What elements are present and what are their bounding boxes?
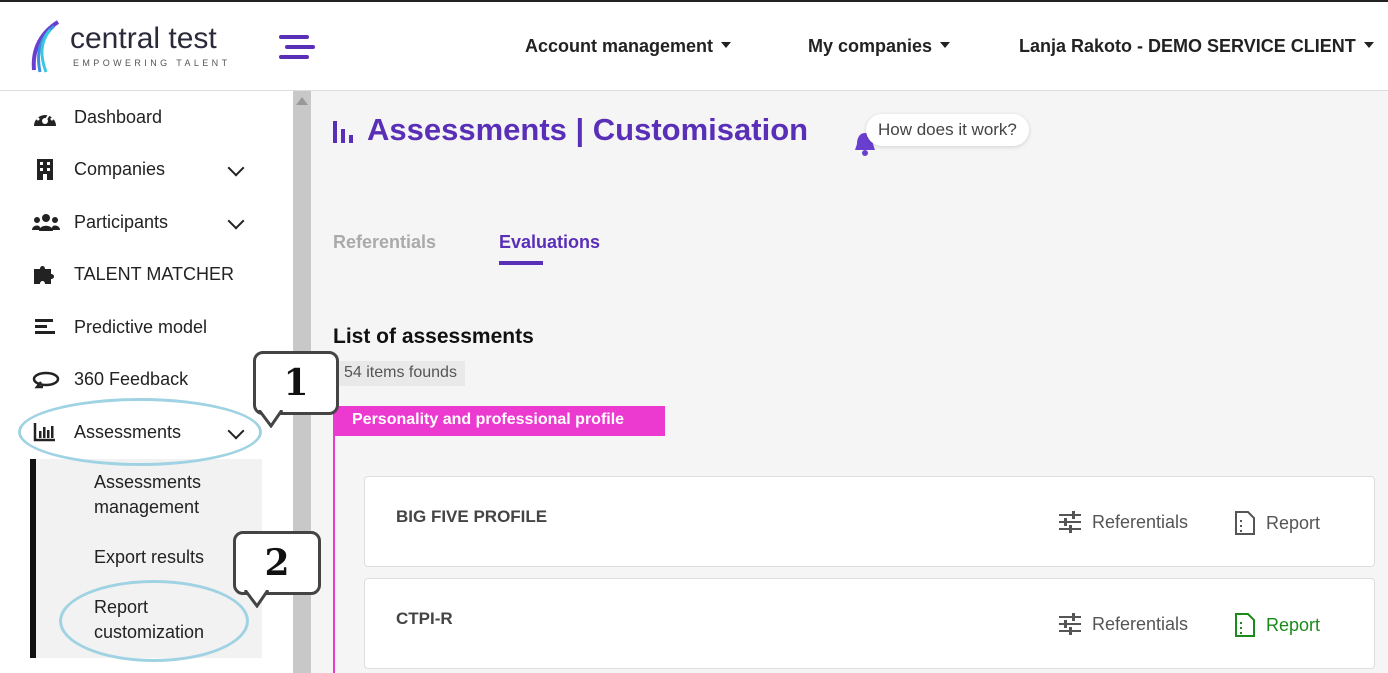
callout-step-2: 2 — [233, 531, 321, 595]
sliders-icon — [1059, 511, 1081, 533]
report-file-icon — [1235, 613, 1255, 637]
referentials-button[interactable]: Referentials — [1058, 510, 1188, 534]
caret-down-icon — [721, 42, 732, 49]
users-icon — [32, 211, 60, 233]
sidebar-item-talent-matcher[interactable]: TALENT MATCHER — [32, 259, 252, 289]
sidebar-item-label: Participants — [74, 211, 169, 232]
page-title: Assessments | Customisation — [367, 112, 809, 147]
assessment-name: BIG FIVE PROFILE — [396, 507, 548, 526]
callout-number: 2 — [264, 542, 290, 584]
report-label: Report — [1266, 614, 1321, 635]
dashboard-icon — [32, 106, 60, 128]
logo-tagline: EMPOWERING TALENT — [73, 58, 231, 68]
active-tab-indicator — [499, 261, 543, 265]
sliders-icon — [1059, 613, 1081, 635]
callout-pointer-icon — [244, 590, 270, 608]
tab-evaluations[interactable]: Evaluations — [499, 232, 600, 253]
list-title: List of assessments — [333, 325, 534, 348]
callout-step-1: 1 — [253, 351, 339, 415]
logo-swoosh-icon — [31, 20, 60, 73]
user-menu[interactable]: Lanja Rakoto - DEMO SERVICE CLIENT — [1019, 36, 1374, 57]
caret-down-icon — [940, 42, 951, 49]
referentials-button[interactable]: Referentials — [1058, 612, 1188, 636]
report-button[interactable]: Report — [1234, 612, 1320, 638]
sidebar-item-predictive-model[interactable]: Predictive model — [32, 312, 252, 342]
callout-number: 1 — [283, 362, 309, 404]
chevron-down-icon[interactable] — [227, 159, 245, 177]
building-icon — [32, 158, 60, 180]
tab-referentials[interactable]: Referentials — [333, 232, 436, 253]
rotate-icon — [32, 368, 60, 390]
report-label: Report — [1266, 512, 1321, 533]
sidebar-item-participants[interactable]: Participants — [32, 207, 252, 237]
logo-wordmark: central test — [70, 22, 217, 55]
report-button[interactable]: Report — [1234, 510, 1320, 536]
user-name-label: Lanja Rakoto - DEMO SERVICE CLIENT — [1019, 36, 1356, 56]
assessment-card: BIG FIVE PROFILE Referentials Report — [364, 476, 1375, 567]
puzzle-icon — [32, 263, 60, 285]
bar-chart-icon — [333, 121, 353, 143]
submenu-item-assessments-management[interactable]: Assessments management — [94, 470, 244, 520]
account-management-label: Account management — [525, 36, 714, 56]
sidebar-item-360-feedback[interactable]: 360 Feedback — [32, 364, 252, 394]
my-companies-menu[interactable]: My companies — [808, 36, 951, 57]
referentials-label: Referentials — [1092, 511, 1189, 532]
sidebar-item-label: 360 Feedback — [74, 368, 189, 389]
sidebar-item-dashboard[interactable]: Dashboard — [32, 102, 252, 132]
sidebar-item-label: Dashboard — [74, 106, 163, 127]
items-count-badge: 54 items founds — [336, 361, 465, 386]
sidebar-item-companies[interactable]: Companies — [32, 154, 252, 184]
referentials-label: Referentials — [1092, 613, 1189, 634]
top-bar: central test EMPOWERING TALENT Account m… — [0, 0, 1388, 91]
hamburger-icon[interactable] — [279, 35, 315, 61]
sidebar-item-label: Predictive model — [74, 316, 208, 337]
how-does-it-work-button[interactable]: How does it work? — [866, 114, 1029, 146]
sidebar-item-label: Companies — [74, 158, 166, 179]
assessment-card: CTPI-R Referentials Report — [364, 578, 1375, 669]
caret-down-icon — [1363, 42, 1374, 49]
category-tag: Personality and professional profile — [334, 406, 665, 436]
chevron-down-icon[interactable] — [227, 212, 245, 230]
callout-pointer-icon — [258, 410, 284, 428]
scroll-up-arrow-icon[interactable] — [296, 97, 308, 105]
bars-icon — [32, 316, 60, 338]
report-file-icon — [1235, 511, 1255, 535]
sidebar-item-label: TALENT MATCHER — [74, 263, 235, 284]
submenu-item-export-results[interactable]: Export results — [94, 545, 204, 570]
central-test-logo[interactable]: central test EMPOWERING TALENT — [28, 20, 248, 76]
assessment-name: CTPI-R — [396, 609, 453, 628]
account-management-menu[interactable]: Account management — [525, 36, 732, 57]
highlight-ellipse-report-customization — [59, 580, 249, 662]
my-companies-label: My companies — [808, 36, 933, 56]
category-line — [333, 406, 335, 673]
highlight-ellipse-assessments — [18, 398, 262, 466]
